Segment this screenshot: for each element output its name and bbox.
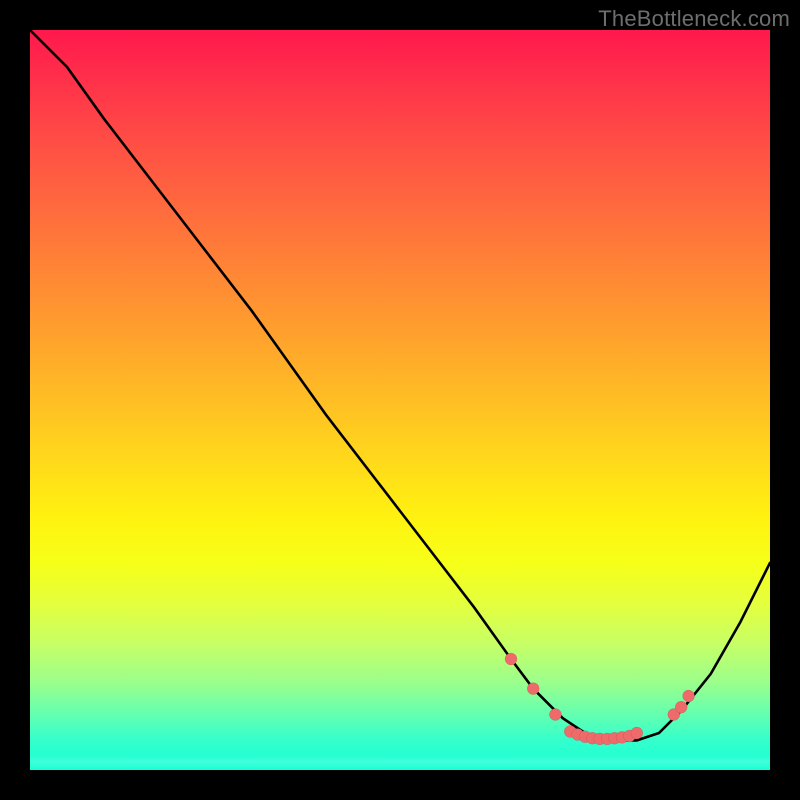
plot-area [30,30,770,770]
data-points [505,653,695,745]
data-point [675,701,687,713]
data-point [631,727,643,739]
data-point [549,709,561,721]
bottleneck-curve [30,30,770,740]
data-point [505,653,517,665]
data-point [683,690,695,702]
data-point [527,683,539,695]
curve-svg [30,30,770,770]
watermark-text: TheBottleneck.com [598,6,790,32]
chart-frame: TheBottleneck.com [0,0,800,800]
